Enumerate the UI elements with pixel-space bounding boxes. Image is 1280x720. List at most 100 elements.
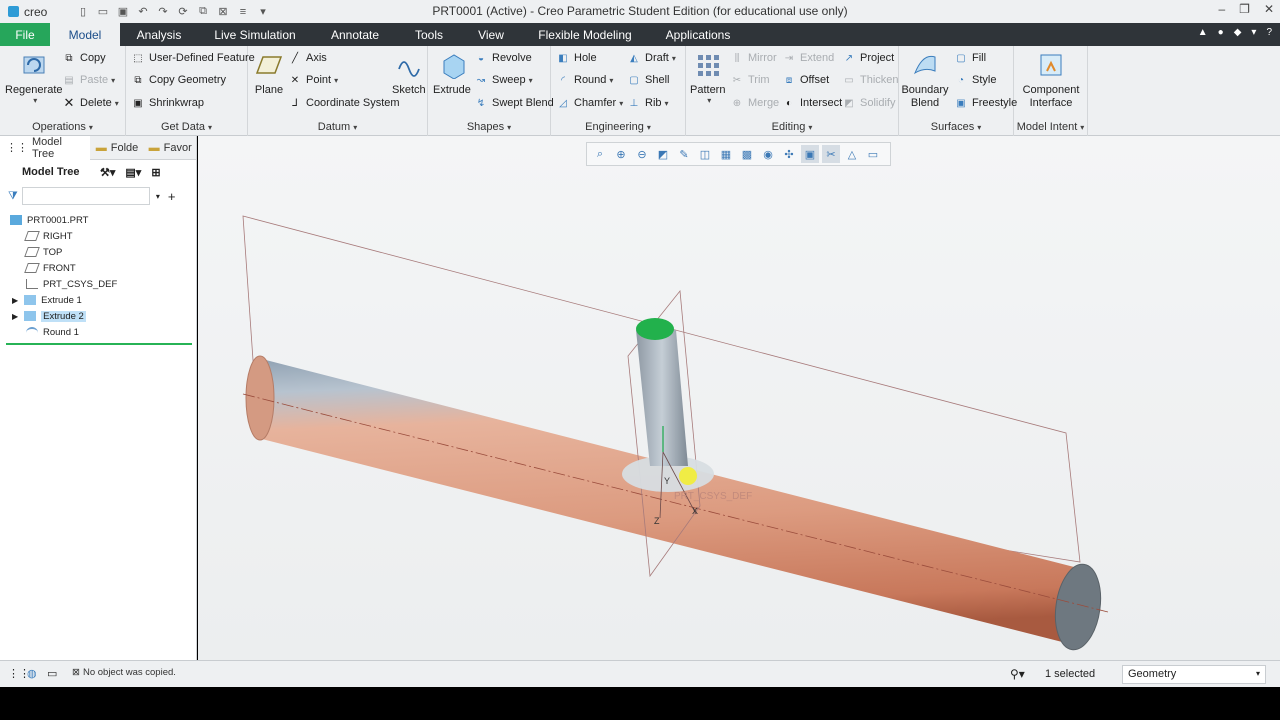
help-icon[interactable]: ● — [1218, 27, 1224, 38]
shrinkwrap-button[interactable]: ▣ Shrinkwrap — [131, 95, 204, 111]
collapse-ribbon-icon[interactable]: ▲ — [1198, 27, 1208, 38]
tab-annotate[interactable]: Annotate — [312, 23, 398, 46]
revolve-button[interactable]: ◒ Revolve — [474, 50, 532, 66]
new-file-icon[interactable]: ▯ — [76, 5, 90, 19]
tab-live-simulation[interactable]: Live Simulation — [198, 23, 312, 46]
project-button[interactable]: ↗ Project — [842, 50, 894, 66]
regenerate-button[interactable]: Regenerate ▾ — [5, 50, 63, 105]
editing-group-label[interactable]: Editing ▾ — [686, 121, 898, 133]
help-question-icon[interactable]: ? — [1266, 27, 1272, 38]
extend-button[interactable]: ⇥ Extend — [782, 50, 834, 66]
tree-item-extrude2[interactable]: ▶ Extrude 2 — [12, 308, 86, 324]
point-button[interactable]: ✕ Point ▾ — [288, 72, 338, 88]
intersect-button[interactable]: ◐ Intersect — [782, 95, 842, 111]
paste-button[interactable]: ▤ Paste ▾ — [62, 72, 115, 88]
tree-item-root[interactable]: PRT0001.PRT — [10, 212, 88, 228]
tree-item-top[interactable]: TOP — [24, 244, 62, 260]
tree-filters-icon[interactable]: ▤▾ — [125, 166, 141, 179]
hole-button[interactable]: ◧ Hole — [556, 50, 596, 66]
tree-columns-icon[interactable]: ⊞ — [151, 166, 160, 179]
customize-icon[interactable]: ≡ — [236, 5, 250, 19]
tab-analysis[interactable]: Analysis — [120, 23, 198, 46]
delete-button[interactable]: ✕ Delete ▾ — [62, 95, 119, 111]
freestyle-button[interactable]: ▣ Freestyle — [954, 95, 1017, 111]
plane-button[interactable]: Plane — [254, 50, 284, 96]
pipe-end-left[interactable] — [245, 355, 275, 441]
tree-item-csys[interactable]: PRT_CSYS_DEF — [26, 276, 117, 292]
draft-button[interactable]: ◭ Draft ▾ — [627, 50, 676, 66]
surfaces-group-label[interactable]: Surfaces ▾ — [899, 121, 1013, 133]
insert-indicator[interactable] — [6, 343, 192, 345]
user-defined-feature-button[interactable]: ⬚ User-Defined Feature — [131, 50, 255, 66]
sketch-button[interactable]: Sketch — [392, 50, 426, 96]
sweep-button[interactable]: ↝ Sweep ▾ — [474, 72, 533, 88]
close-icon[interactable]: ✕ — [1264, 2, 1274, 16]
tree-search-input[interactable] — [21, 187, 150, 205]
expand-icon[interactable]: ▶ — [12, 296, 18, 305]
search-dropdown-icon[interactable]: ▾ — [156, 192, 160, 201]
selection-filter-dropdown[interactable]: Geometry ▾ — [1122, 665, 1266, 684]
tree-item-front[interactable]: FRONT — [24, 260, 76, 276]
datum-group-label[interactable]: Datum ▾ — [248, 121, 427, 133]
tab-favorites[interactable]: ▬ Favor — [143, 136, 196, 160]
more-dropdown-icon[interactable]: ▾ — [256, 5, 270, 19]
component-interface-button[interactable]: Component Interface — [1018, 50, 1084, 110]
copy-button[interactable]: ⧉ Copy — [62, 50, 105, 66]
coordinate-system-button[interactable]: ⅃ Coordinate System — [288, 95, 399, 111]
branch-cylinder[interactable] — [636, 330, 688, 466]
minimize-icon[interactable]: – — [1218, 2, 1225, 16]
axis-button[interactable]: ╱ Axis — [288, 50, 327, 66]
model-intent-group-label[interactable]: Model Intent ▾ — [1014, 121, 1087, 133]
selected-count[interactable]: 1 selected — [1045, 668, 1095, 680]
round-button[interactable]: ◜ Round ▾ — [556, 72, 613, 88]
options-icon[interactable]: ▾ — [1251, 27, 1256, 38]
solidify-button[interactable]: ◩ Solidify — [842, 95, 895, 111]
rib-button[interactable]: ⊥ Rib ▾ — [627, 95, 669, 111]
get-data-group-label[interactable]: Get Data ▾ — [126, 121, 247, 133]
tab-file[interactable]: File — [0, 23, 50, 46]
add-icon[interactable]: + — [168, 189, 176, 204]
chamfer-button[interactable]: ◿ Chamfer ▾ — [556, 95, 623, 111]
copy-geometry-button[interactable]: ⧉ Copy Geometry — [131, 72, 226, 88]
tab-model[interactable]: Model — [50, 23, 120, 46]
tab-flexible-modeling[interactable]: Flexible Modeling — [522, 23, 648, 46]
operations-group-label[interactable]: Operations ▾ — [0, 121, 125, 133]
regenerate-icon[interactable]: ⟳ — [176, 5, 190, 19]
tree-item-extrude1[interactable]: ▶ Extrude 1 — [12, 292, 82, 308]
close-window-icon[interactable]: ⊠ — [216, 5, 230, 19]
extrude-button[interactable]: Extrude — [433, 50, 471, 96]
tab-view[interactable]: View — [460, 23, 522, 46]
redo-icon[interactable]: ↷ — [156, 5, 170, 19]
smart-select-icon[interactable]: ⚲▾ — [1010, 667, 1025, 681]
windows-icon[interactable]: ⧉ — [196, 5, 210, 19]
tree-item-right[interactable]: RIGHT — [24, 228, 73, 244]
full-screen-icon[interactable]: ▭ — [47, 667, 57, 680]
style-button[interactable]: ◔ Style — [954, 72, 997, 88]
settings-icon[interactable]: ◆ — [1234, 27, 1242, 38]
engineering-group-label[interactable]: Engineering ▾ — [551, 121, 685, 133]
thicken-button[interactable]: ▭ Thicken — [842, 72, 898, 88]
selected-top-face[interactable] — [636, 318, 674, 340]
tab-applications[interactable]: Applications — [648, 23, 748, 46]
browser-toggle-icon[interactable]: ◍ — [27, 667, 37, 680]
tree-item-round1[interactable]: Round 1 — [26, 324, 79, 340]
maximize-icon[interactable]: ❐ — [1239, 2, 1250, 16]
fill-button[interactable]: ▢ Fill — [954, 50, 986, 66]
model-scene[interactable] — [198, 136, 1280, 660]
graphics-window[interactable]: ⌕ ⊕ ⊖ ◩ ✎ ◫ ▦ ▩ ◉ ✣ ▣ ✂ △ ▭ PRT_CSYS_DEF… — [198, 136, 1280, 660]
mirror-button[interactable]: ⫼ Mirror — [730, 50, 777, 66]
shell-button[interactable]: ▢ Shell — [627, 72, 669, 88]
tree-settings-icon[interactable]: ⚒▾ — [100, 166, 115, 179]
swept-blend-button[interactable]: ↯ Swept Blend — [474, 95, 554, 111]
pattern-button[interactable]: Pattern ▾ — [690, 50, 725, 105]
merge-button[interactable]: ⊕ Merge — [730, 95, 779, 111]
tab-folder-browser[interactable]: ▬ Folde — [90, 136, 143, 160]
open-folder-icon[interactable]: ▭ — [96, 5, 110, 19]
tab-model-tree[interactable]: ⋮⋮ Model Tree — [0, 135, 90, 160]
offset-button[interactable]: ⧈ Offset — [782, 72, 829, 88]
shapes-group-label[interactable]: Shapes ▾ — [428, 121, 550, 133]
expand-icon[interactable]: ▶ — [12, 312, 18, 321]
save-icon[interactable]: ▣ — [116, 5, 130, 19]
undo-icon[interactable]: ↶ — [136, 5, 150, 19]
filter-icon[interactable]: ⧩ — [8, 190, 18, 203]
